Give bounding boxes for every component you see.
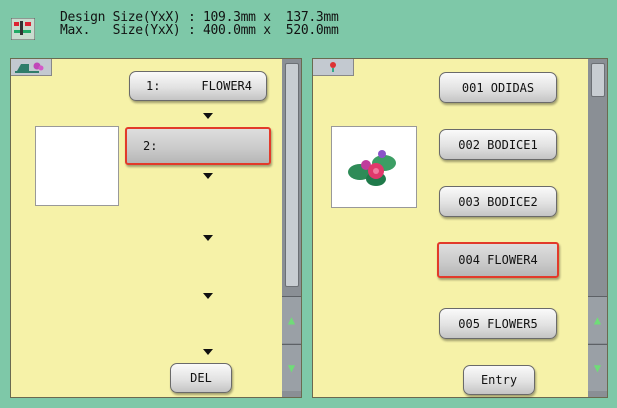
slot-preview-empty [35, 126, 119, 206]
design-label: 002 BODICE1 [458, 137, 538, 152]
scrollbar-thumb[interactable] [591, 63, 605, 97]
design-list-scrollbar[interactable]: ▲ ▼ [588, 59, 607, 397]
slot-number: 2: [143, 139, 158, 153]
scroll-down-button[interactable]: ▼ [282, 344, 301, 391]
sewing-machine-icon [15, 62, 44, 73]
delete-label: DEL [190, 371, 212, 385]
down-arrow-icon [203, 113, 213, 119]
scrollbar-thumb[interactable] [285, 63, 299, 287]
slot-number: 1: [146, 79, 161, 93]
entry-button[interactable]: Entry [463, 365, 535, 395]
down-arrow-icon [203, 173, 213, 179]
scroll-up-button[interactable]: ▲ [282, 296, 301, 343]
design-label: 005 FLOWER5 [458, 316, 538, 331]
scroll-up-button[interactable]: ▲ [588, 296, 607, 343]
flower-embroidery-preview [348, 150, 396, 186]
slot-1-button[interactable]: 1: FLOWER4 [129, 71, 267, 101]
slot-2-button[interactable]: 2: [125, 127, 271, 165]
design-preview-thumbnail [331, 126, 417, 208]
delete-button[interactable]: DEL [170, 363, 232, 393]
design-size-icon [10, 17, 36, 41]
down-arrow-icon [203, 293, 213, 299]
design-label: 003 BODICE2 [458, 194, 538, 209]
down-arrow-icon [203, 235, 213, 241]
chevron-down-icon: ▼ [287, 361, 296, 375]
chevron-down-icon: ▼ [593, 361, 602, 375]
design-button-002[interactable]: 002 BODICE1 [439, 129, 557, 160]
design-button-004[interactable]: 004 FLOWER4 [437, 242, 559, 278]
slot-list-panel: 1: FLOWER4 2: DEL ▲ ▼ [10, 58, 302, 398]
scroll-down-button[interactable]: ▼ [588, 344, 607, 391]
embroidery-screen: Design Size(YxX) : 109.3mm x 137.3mm Max… [0, 0, 617, 408]
max-size-text: Max. Size(YxX) : 400.0mm x 520.0mm [60, 23, 339, 38]
design-button-001[interactable]: 001 ODIDAS [439, 72, 557, 103]
slot-design-name: FLOWER4 [201, 79, 252, 93]
entry-label: Entry [480, 373, 518, 387]
design-label: 001 ODIDAS [461, 80, 535, 95]
slot-list-scrollbar[interactable]: ▲ ▼ [282, 59, 301, 397]
flower-icon [330, 62, 336, 72]
chevron-up-icon: ▲ [593, 313, 602, 327]
panel-tab [11, 59, 52, 76]
design-button-003[interactable]: 003 BODICE2 [439, 186, 557, 217]
panel-tab [313, 59, 354, 76]
design-label: 004 FLOWER4 [458, 253, 538, 267]
design-button-005[interactable]: 005 FLOWER5 [439, 308, 557, 339]
chevron-up-icon: ▲ [287, 313, 296, 327]
down-arrow-icon [203, 349, 213, 355]
design-list-panel: 001 ODIDAS 002 BODICE1 003 BODICE2 004 F… [312, 58, 608, 398]
